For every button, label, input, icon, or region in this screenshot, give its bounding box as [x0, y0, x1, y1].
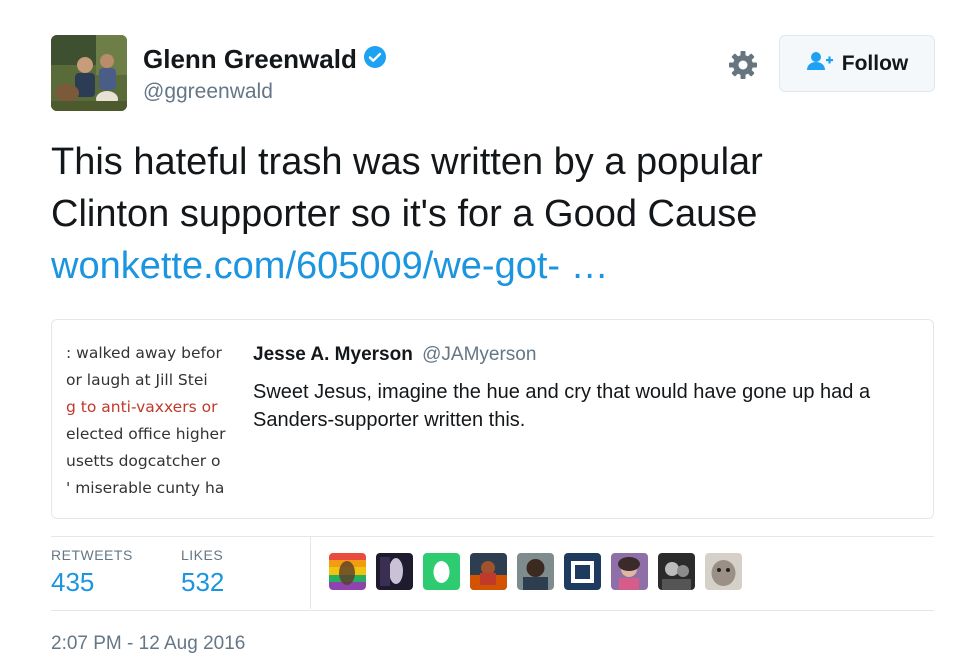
author-handle[interactable]: @ggreenwald: [143, 80, 273, 104]
liker-avatar[interactable]: [470, 553, 507, 590]
add-user-icon: [806, 50, 834, 78]
likes-count: 532: [181, 567, 225, 597]
likes-stat[interactable]: LIKES 532: [181, 547, 224, 598]
profile-photo-icon: [51, 35, 127, 111]
retweets-label: RETWEETS: [51, 547, 133, 563]
quoted-author-handle: @JAMyerson: [422, 344, 537, 365]
tweet-timestamp[interactable]: 2:07 PM - 12 Aug 2016: [51, 633, 245, 655]
liker-avatar[interactable]: [423, 553, 460, 590]
liker-avatar[interactable]: [705, 553, 742, 590]
liker-avatar[interactable]: [329, 553, 366, 590]
likes-label: LIKES: [181, 547, 224, 563]
tweet-text: This hateful trash was written by a popu…: [51, 136, 931, 292]
quoted-tweet-header: Jesse A. Myerson @JAMyerson: [253, 344, 536, 366]
quoted-author-name: Jesse A. Myerson: [253, 344, 413, 365]
retweets-count: 435: [51, 567, 95, 597]
media-text-line: usetts dogcatcher o: [66, 452, 221, 470]
liker-avatar[interactable]: [376, 553, 413, 590]
retweets-stat[interactable]: RETWEETS 435: [51, 547, 133, 598]
tweet-line-2: Clinton supporter so it's for a Good Cau…: [51, 193, 758, 235]
gear-icon[interactable]: [727, 49, 759, 81]
author-avatar[interactable]: [51, 35, 127, 111]
author-name-row: Glenn Greenwald: [143, 44, 387, 75]
verified-badge-icon: [363, 45, 387, 74]
liker-avatar[interactable]: [658, 553, 695, 590]
follow-button[interactable]: Follow: [779, 35, 935, 92]
author-name[interactable]: Glenn Greenwald: [143, 44, 357, 75]
liker-avatar[interactable]: [517, 553, 554, 590]
liker-avatar[interactable]: [611, 553, 648, 590]
tweet-link[interactable]: wonkette.com/605009/we-got- …: [51, 240, 931, 292]
likers-avatars: [329, 553, 742, 590]
stats-separator: [310, 537, 311, 609]
media-text-line: ' miserable cunty ha: [66, 479, 225, 497]
liker-avatar[interactable]: [564, 553, 601, 590]
divider: [51, 536, 934, 537]
follow-label: Follow: [841, 51, 909, 75]
tweet-line-1: This hateful trash was written by a popu…: [51, 141, 763, 183]
quoted-tweet[interactable]: : walked away befor or laugh at Jill Ste…: [51, 319, 934, 519]
quoted-tweet-text: Sweet Jesus, imagine the hue and cry tha…: [253, 381, 871, 431]
divider: [51, 610, 934, 611]
